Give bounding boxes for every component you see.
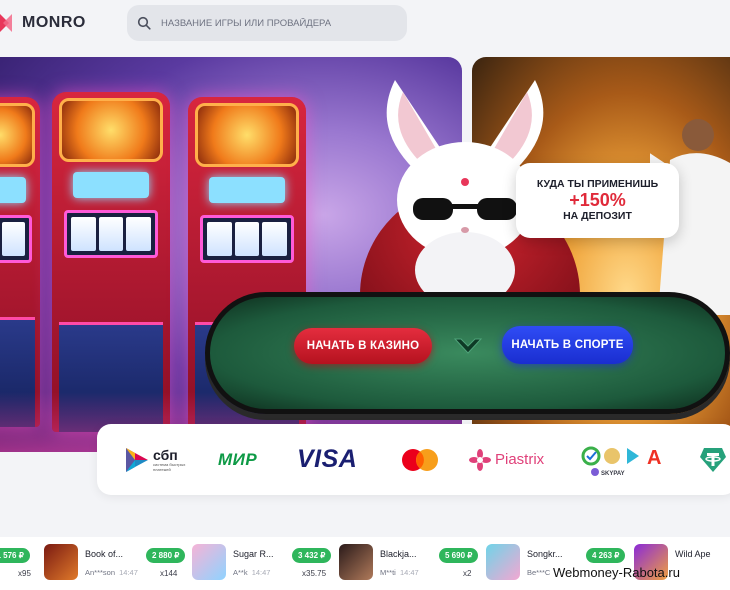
search-bar[interactable] [127,5,407,41]
start-casino-button[interactable]: НАЧАТЬ В КАЗИНО [294,328,432,364]
payment-tether[interactable] [699,424,727,495]
win-multiplier: x144 [160,569,178,578]
winners-ticker: 21 576 ₽ x95 Book of... An***son 14:47 2… [0,537,730,590]
mastercard-icon [402,448,438,471]
win-amount: 4 263 ₽ [586,548,626,563]
game-thumbnail [486,544,520,580]
payment-visa[interactable]: VISA [297,424,357,495]
sbp-caption: система быстрых платежей [153,461,186,472]
game-name: Songkr... [527,549,563,559]
piastrix-label: Piastrix [495,451,545,468]
player-name: An***son 14:47 [85,568,138,577]
payment-mir[interactable]: МИР [218,424,257,495]
logo[interactable]: MONRO [0,11,86,35]
game-name: Wild Ape [675,549,711,559]
search-icon [137,16,151,30]
bonus-percent: +150% [569,190,626,210]
payment-piastrix[interactable]: Piastrix [469,424,544,495]
game-name: Book of... [85,549,124,559]
payment-mastercard[interactable] [401,424,439,495]
player-name: Be***C [527,568,551,577]
game-thumbnail [339,544,373,580]
tether-icon [700,447,726,472]
search-input[interactable] [161,17,401,29]
win-multiplier: x2 [463,569,472,578]
alfa-bank-icon: А [647,447,661,469]
payment-methods: сбп система быстрых платежей МИР VISA Pi… [97,424,730,495]
monro-logo-icon [453,338,483,354]
payment-skypay[interactable]: А SKYPAY [581,424,667,495]
piastrix-flower-icon [469,448,491,471]
bonus-line1: КУДА ТЫ ПРИМЕНИШЬ [536,178,659,190]
win-multiplier: x95 [18,569,31,578]
win-amount: 2 880 ₽ [146,548,186,563]
game-name: Blackja... [380,549,417,559]
brand-name: MONRO [22,14,86,31]
start-sport-button[interactable]: НАЧАТЬ В СПОРТЕ [502,326,633,364]
payment-sbp[interactable]: сбп система быстрых платежей [125,424,187,495]
win-multiplier: x35.75 [302,569,327,578]
slot-machine-image [52,92,170,432]
sbp-icon [126,447,148,472]
header: MONRO [0,0,730,44]
bonus-line3: НА ДЕПОЗИТ [563,210,632,222]
bonus-card: КУДА ТЫ ПРИМЕНИШЬ +150% НА ДЕПОЗИТ [516,163,679,238]
win-amount: 5 690 ₽ [439,548,479,563]
skypay-label: SKYPAY [601,471,625,477]
win-amount: 3 432 ₽ [292,548,332,563]
game-thumbnail [44,544,78,580]
win-amount: 21 576 ₽ [0,548,30,563]
skypay-icons: А SKYPAY [581,446,661,477]
slot-machine-image [0,97,40,427]
player-name: M**ti 14:47 [380,568,419,577]
monro-logo-icon [0,12,16,34]
sbp-label: сбп [153,446,178,463]
watermark: Webmoney-Rabota.ru [553,565,680,580]
game-thumbnail [192,544,226,580]
player-name: A**k 14:47 [233,568,271,577]
game-name: Sugar R... [233,549,274,559]
